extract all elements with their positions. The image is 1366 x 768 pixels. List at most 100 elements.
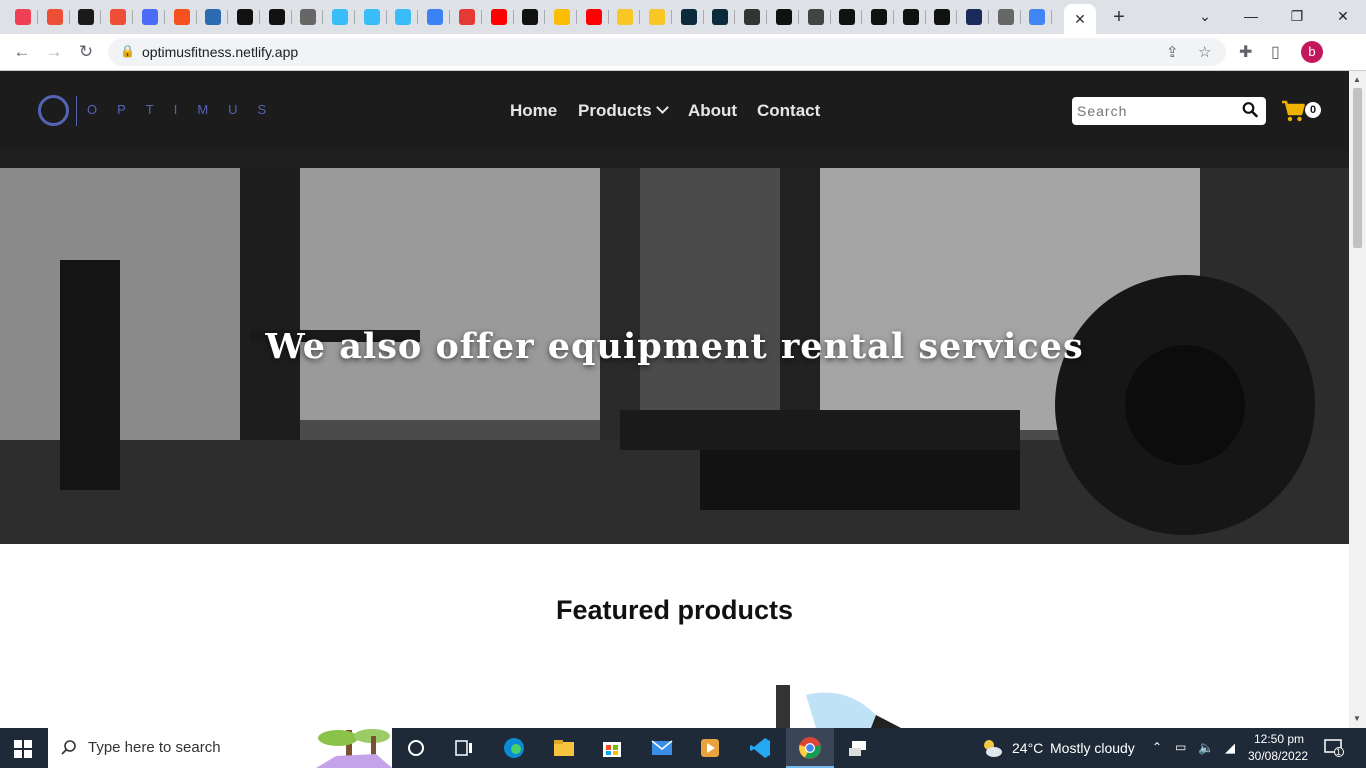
chrome-icon <box>799 737 821 759</box>
browser-tab[interactable] <box>579 4 609 30</box>
search-input[interactable] <box>1077 101 1237 121</box>
clock-date[interactable]: 30/08/2022 <box>1248 749 1308 763</box>
puzzle-icon <box>141 9 158 25</box>
tab-separator <box>766 10 768 24</box>
nav-contact[interactable]: Contact <box>757 101 820 121</box>
tab-separator <box>1051 10 1053 24</box>
cortana-icon[interactable] <box>404 736 428 760</box>
mail-icon[interactable] <box>650 736 674 760</box>
browser-tab[interactable] <box>896 4 926 30</box>
browser-tab[interactable] <box>991 4 1021 30</box>
drive-icon <box>553 9 570 25</box>
react-icon <box>680 9 697 25</box>
scroll-down-icon[interactable]: ▼ <box>1353 714 1361 723</box>
browser-tab[interactable] <box>547 4 577 30</box>
tab-separator <box>639 10 641 24</box>
browser-tab[interactable] <box>135 4 165 30</box>
side-panel-icon[interactable]: ▯ <box>1271 42 1280 62</box>
d-icon <box>870 9 887 25</box>
browser-tab[interactable] <box>262 4 292 30</box>
weather-description[interactable]: Mostly cloudy <box>1050 740 1135 756</box>
site-header: OPTIMUS Home Products About Contact 0 <box>0 71 1349 150</box>
browser-tab[interactable] <box>1022 4 1053 30</box>
task-view-icon[interactable] <box>452 736 476 760</box>
cart-icon[interactable] <box>1281 99 1305 123</box>
browser-tab[interactable] <box>167 4 197 30</box>
volume-icon[interactable]: 🔈 <box>1198 740 1214 756</box>
active-tab[interactable]: ✕ <box>1064 4 1096 34</box>
browser-tab[interactable] <box>484 4 514 30</box>
edge-icon[interactable] <box>502 736 526 760</box>
back-icon[interactable]: ← <box>10 40 34 64</box>
chrome-taskbar-button[interactable] <box>786 728 834 768</box>
clock-time[interactable]: 12:50 pm <box>1254 732 1304 746</box>
url-text[interactable]: optimusfitness.netlify.app <box>142 44 298 60</box>
tab-separator <box>417 10 419 24</box>
browser-tab[interactable] <box>452 4 482 30</box>
browser-tab[interactable] <box>864 4 894 30</box>
browser-tab[interactable] <box>705 4 736 30</box>
media-player-icon[interactable] <box>698 736 722 760</box>
browser-tab[interactable] <box>230 4 260 30</box>
nav-about[interactable]: About <box>688 101 737 121</box>
browser-tab[interactable] <box>959 4 989 30</box>
app-window-icon[interactable] <box>846 736 870 760</box>
product-image-preview[interactable] <box>776 685 906 728</box>
browser-tab[interactable] <box>325 4 355 30</box>
share-icon[interactable]: ⇪ <box>1166 43 1179 61</box>
react-icon <box>712 9 729 25</box>
browser-tab[interactable] <box>927 4 958 30</box>
close-window-button[interactable]: ✕ <box>1320 4 1366 28</box>
minimize-button[interactable]: — <box>1228 4 1274 28</box>
browser-tab[interactable] <box>103 4 134 30</box>
reload-icon[interactable]: ↻ <box>74 40 98 64</box>
file-explorer-icon[interactable] <box>552 736 576 760</box>
browser-tab[interactable] <box>420 4 451 30</box>
taskbar-search[interactable]: Type here to search <box>48 728 392 768</box>
browser-tab[interactable] <box>293 4 324 30</box>
windows-start-icon[interactable] <box>14 740 32 758</box>
browser-tab[interactable] <box>801 4 831 30</box>
store-icon[interactable] <box>600 736 624 760</box>
browser-tab[interactable] <box>357 4 387 30</box>
browser-tab[interactable] <box>737 4 768 30</box>
tab-search-button[interactable]: ⌄ <box>1182 4 1228 28</box>
omnibox[interactable]: 🔒 optimusfitness.netlify.app ⇪ ☆ <box>108 38 1226 66</box>
arrow-icon <box>205 9 222 25</box>
forward-icon[interactable]: → <box>42 40 66 64</box>
extensions-icon[interactable]: ✚ <box>1239 42 1252 62</box>
tab-close-icon[interactable]: ✕ <box>1074 11 1086 28</box>
scroll-up-icon[interactable]: ▲ <box>1353 75 1361 84</box>
browser-tab[interactable] <box>610 4 641 30</box>
browser-tab[interactable] <box>8 4 38 30</box>
battery-icon[interactable]: ▭ <box>1175 740 1186 754</box>
browser-tab[interactable] <box>674 4 704 30</box>
browser-tab[interactable] <box>769 4 799 30</box>
browser-tab[interactable] <box>642 4 672 30</box>
browser-tab[interactable] <box>388 4 419 30</box>
logo-mark-icon[interactable] <box>38 95 69 126</box>
profile-avatar[interactable]: b <box>1301 41 1323 63</box>
new-tab-button[interactable]: + <box>1108 6 1130 28</box>
vscode-icon[interactable] <box>748 736 772 760</box>
wifi-icon[interactable]: ◢ <box>1225 740 1235 756</box>
maximize-button[interactable]: ❐ <box>1274 4 1320 28</box>
browser-tab[interactable] <box>515 4 546 30</box>
nav-home[interactable]: Home <box>510 101 557 121</box>
weather-cloud-icon[interactable] <box>980 736 1004 760</box>
logo-text[interactable]: OPTIMUS <box>87 102 286 117</box>
browser-tab[interactable] <box>40 4 70 30</box>
tray-chevron-up-icon[interactable]: ⌃ <box>1152 740 1162 754</box>
chevron-down-icon <box>655 101 669 114</box>
n-icon <box>839 9 856 25</box>
browser-tab[interactable] <box>832 4 863 30</box>
browser-tab[interactable] <box>198 4 229 30</box>
bookmark-star-icon[interactable]: ☆ <box>1198 43 1211 61</box>
page-scrollbar[interactable]: ▲ ▼ <box>1349 71 1366 728</box>
nav-products[interactable]: Products <box>578 101 669 121</box>
browser-tab[interactable] <box>71 4 102 30</box>
weather-temperature[interactable]: 24°C <box>1012 740 1043 756</box>
address-bar: ← → ↻ 🔒 optimusfitness.netlify.app ⇪ ☆ ✚… <box>0 34 1366 71</box>
scrollbar-thumb[interactable] <box>1353 88 1362 248</box>
search-icon[interactable] <box>1242 101 1258 119</box>
